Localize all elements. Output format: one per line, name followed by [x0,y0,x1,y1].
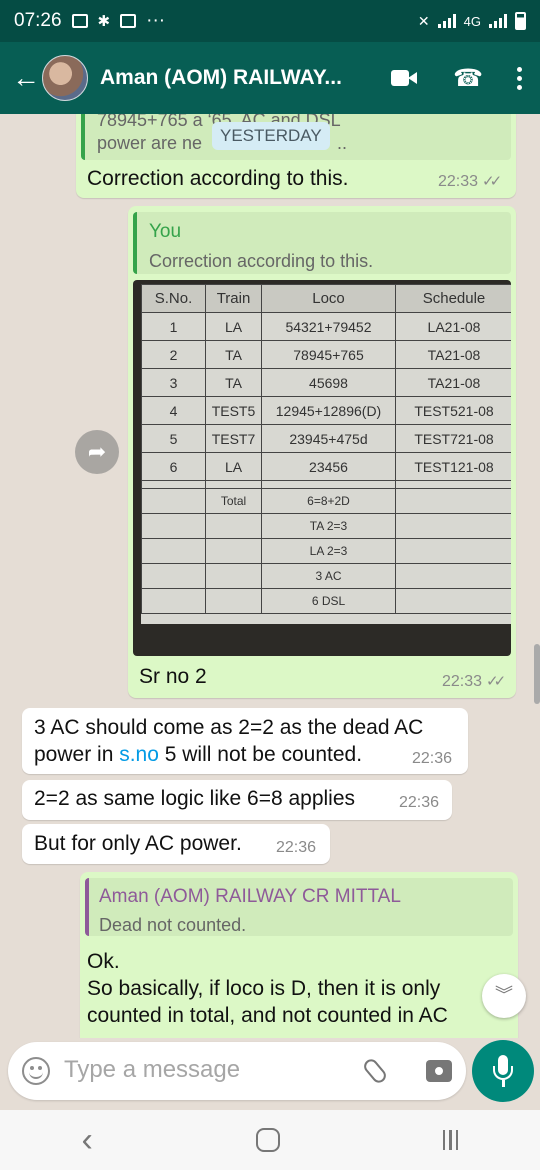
message-time: 22:36 [412,750,453,767]
message-bubble-outgoing[interactable]: Aman (AOM) RAILWAY CR MITTAL Dead not co… [80,872,518,1038]
table-cell: 1 [141,312,206,341]
table-cell: 2 [141,340,206,369]
table-cell: 5 [141,424,206,453]
message-text: But for only AC power. [34,832,242,855]
more-options-icon[interactable] [517,66,522,90]
table-cell: TA21-08 [395,340,511,369]
message-bubble-incoming[interactable]: 2=2 as same logic like 6=8 applies 22:36 [22,780,452,820]
table-cell: LA [205,452,262,481]
table-cell: TEST521-08 [395,396,511,425]
table-summary-cell: LA 2=3 [261,538,396,564]
network-type: 4G [463,13,481,29]
photo-sheet: S.No. Train Loco Schedule 1 LA 54321+794… [141,284,511,624]
message-text: Correction according to this. [87,167,349,190]
date-chip: YESTERDAY [212,122,330,150]
paperclip-icon[interactable] [361,1056,389,1086]
battery-icon [515,12,526,30]
quoted-text-tail: .. [337,133,348,153]
nav-home-icon[interactable] [255,1128,280,1152]
video-call-icon[interactable] [391,68,419,88]
nav-recents-icon[interactable] [442,1130,459,1150]
table-cell: TEST7 [205,424,262,453]
quoted-author: Aman (AOM) RAILWAY CR MITTAL [99,886,401,907]
system-nav-bar: ‹ [0,1110,540,1170]
table-header: Schedule [395,284,511,313]
quoted-message[interactable]: Aman (AOM) RAILWAY CR MITTAL Dead not co… [85,878,513,936]
chevron-double-down-icon[interactable]: ︾ [482,974,526,1018]
linkedin-icon [120,14,137,28]
quoted-text: Correction according to this. [149,251,374,271]
back-arrow-icon[interactable]: ← [12,62,40,94]
schedule-table: S.No. Train Loco Schedule 1 LA 54321+794… [141,284,511,614]
table-cell: 23945+475d [261,424,396,453]
message-bubble-incoming[interactable]: But for only AC power. 22:36 [22,824,330,864]
table-cell: 6 [141,452,206,481]
table-cell: TA21-08 [395,368,511,397]
nav-back-icon[interactable]: ‹ [82,1121,93,1160]
message-time: 22:33 ✓✓ [442,673,506,690]
mic-button[interactable] [472,1040,534,1102]
message-bubble-incoming[interactable]: 3 AC should come as 2=2 as the dead AC p… [22,708,468,774]
table-cell: 12945+12896(D) [261,396,396,425]
message-text: counted in total, and not counted in AC [87,1004,448,1027]
quoted-author: You [149,221,182,242]
message-text: So basically, if loco is D, then it is o… [87,977,441,1000]
table-cell: TEST721-08 [395,424,511,453]
table-cell: 23456 [261,452,396,481]
table-photo[interactable]: S.No. Train Loco Schedule 1 LA 54321+794… [133,280,511,656]
clock: 07:26 [14,10,62,31]
table-cell: TA [205,368,262,397]
chat-area[interactable]: 78945+765 a ‘65. AC and DSL power are ne… [0,114,540,1038]
message-time: 22:33 ✓✓ [438,173,502,190]
table-cell: LA [205,312,262,341]
read-ticks-icon: ✓✓ [486,673,506,690]
table-cell: 45698 [261,368,396,397]
table-header: Train [205,284,262,313]
message-time: 22:36 [276,839,317,856]
camera-icon[interactable] [426,1060,452,1082]
signal-icon-2 [489,14,507,28]
message-text: power in s.no 5 will not be counted. [34,743,363,766]
table-summary-cell: TA 2=3 [261,513,396,539]
avatar[interactable] [42,55,88,101]
message-text: 2=2 as same logic like 6=8 applies [34,787,356,810]
quoted-text: power are ne [97,133,203,153]
table-cell: 78945+765 [261,340,396,369]
table-cell: TEST121-08 [395,452,511,481]
gallery-icon [71,14,88,28]
mute-icon: ✕ [417,12,430,29]
chat-title[interactable]: Aman (AOM) RAILWAY... [100,66,360,90]
table-summary-cell: 6=8+2D [261,488,396,514]
table-cell: LA21-08 [395,312,511,341]
read-ticks-icon: ✓✓ [482,173,502,190]
quoted-text: Dead not counted. [99,915,247,935]
table-cell: TEST5 [205,396,262,425]
chat-header: ← Aman (AOM) RAILWAY... ☎ [0,42,540,114]
message-caption: Sr no 2 [139,665,207,688]
link[interactable]: s.no [119,743,159,766]
signal-icon [437,14,456,28]
message-time: 22:36 [399,794,440,811]
table-cell: TA [205,340,262,369]
emoji-icon[interactable] [22,1057,50,1085]
table-cell: 54321+79452 [261,312,396,341]
status-bar: 07:26 ✱ ··· ✕ 4G [0,0,540,42]
table-cell: 4 [141,396,206,425]
voice-call-icon[interactable]: ☎ [453,64,483,93]
table-cell: 3 [141,368,206,397]
message-text: 3 AC should come as 2=2 as the dead AC [34,716,424,739]
table-header: Loco [261,284,396,313]
forward-icon[interactable]: ➦ [75,430,119,474]
more-notifications: ··· [146,10,166,31]
notification-icon: ✱ [97,13,111,30]
table-summary-cell: 6 DSL [261,588,396,614]
table-header: S.No. [141,284,206,313]
message-input[interactable]: Type a message [64,1056,240,1084]
scrollbar[interactable] [534,644,540,704]
message-text: Ok. [87,950,120,973]
quoted-message[interactable]: You Correction according to this. [133,212,511,274]
table-summary-cell: 3 AC [261,563,396,589]
message-composer[interactable]: Type a message [8,1042,466,1100]
table-summary-label: Total [205,488,262,514]
